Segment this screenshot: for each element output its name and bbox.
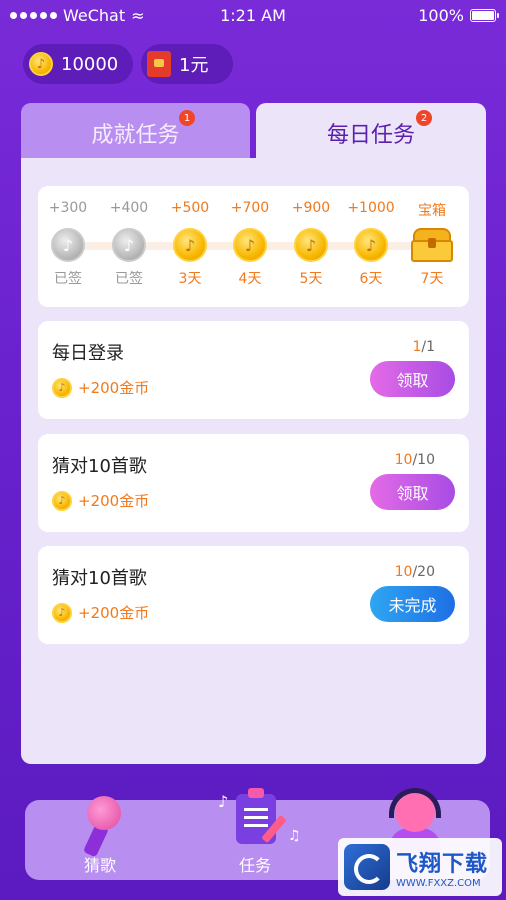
progress-total: /10	[412, 452, 435, 468]
task-title: 每日登录	[52, 343, 124, 364]
checkin-label: 3天	[178, 271, 202, 287]
red-packet-icon	[147, 51, 171, 77]
task-progress: 10/10	[395, 452, 435, 468]
music-coin-icon: ♪	[52, 490, 72, 511]
nav-label: 猜歌	[83, 856, 116, 875]
task-reward: ♪ +200金币	[52, 377, 149, 398]
tab-label: 每日任务	[326, 123, 415, 148]
task-progress: 1/1	[412, 339, 435, 355]
music-coin-icon: ♪	[112, 228, 146, 262]
checkin-day[interactable]: 宝箱 7天	[402, 200, 462, 288]
checkin-label: 4天	[238, 271, 262, 287]
reward-text: +200金币	[78, 604, 150, 622]
status-bar: WeChat ≈ 1:21 AM 100%	[0, 0, 506, 32]
checkin-day[interactable]: +400 ♪ 已签	[99, 200, 159, 288]
music-note-icon: ♪	[218, 792, 229, 811]
cash-amount: 1元	[179, 55, 209, 76]
battery-group: 100%	[418, 6, 499, 25]
tab-badge: 2	[416, 110, 432, 126]
tab-badge: 1	[179, 110, 195, 126]
music-coin-icon: ♪	[52, 377, 72, 398]
checkin-card: +300 ♪ 已签 +400 ♪ 已签 +500 ♪ 3天 +700 ♪ 4天 …	[38, 186, 469, 307]
task-reward: ♪ +200金币	[52, 602, 149, 623]
music-coin-icon: ♪	[29, 52, 53, 76]
watermark-text: 飞翔下载	[396, 851, 489, 877]
checkin-amount: 宝箱	[418, 203, 446, 219]
checkin-label: 6天	[359, 271, 383, 287]
claim-button[interactable]: 领取	[370, 474, 455, 510]
tab-achievement[interactable]: 成就任务 1	[21, 103, 250, 163]
music-coin-icon: ♪	[52, 602, 72, 623]
nav-label: 任务	[238, 856, 271, 875]
checkin-label: 5天	[299, 271, 323, 287]
coin-amount: 10000	[61, 53, 119, 75]
checkin-amount: +300	[48, 200, 88, 216]
music-coin-icon: ♪	[233, 228, 267, 262]
checkin-day[interactable]: +1000 ♪ 6天	[341, 200, 401, 288]
progress-current: 10	[394, 564, 413, 580]
music-coin-icon: ♪	[294, 228, 328, 262]
task-card: 猜对10首歌 ♪ +200金币 10/20 未完成	[38, 546, 469, 644]
music-note-icon: ♫	[288, 828, 301, 844]
checkin-day[interactable]: +300 ♪ 已签	[38, 200, 98, 288]
progress-total: /20	[412, 564, 435, 580]
watermark-url: WWW.FXXZ.COM	[396, 877, 481, 889]
checkin-amount: +400	[109, 200, 149, 216]
task-progress: 10/20	[395, 564, 435, 580]
task-card: 每日登录 ♪ +200金币 1/1 领取	[38, 321, 469, 419]
coin-balance[interactable]: ♪ 10000	[23, 44, 133, 84]
nav-guess-song[interactable]: 猜歌	[45, 784, 155, 880]
checkin-amount: +900	[291, 200, 331, 216]
music-coin-icon: ♪	[354, 228, 388, 262]
tab-label: 成就任务	[91, 123, 180, 148]
checkin-day[interactable]: +500 ♪ 3天	[160, 200, 220, 288]
reward-text: +200金币	[78, 379, 150, 397]
checkin-amount: +700	[230, 200, 270, 216]
task-reward: ♪ +200金币	[52, 490, 149, 511]
battery-icon	[470, 9, 499, 22]
clipboard-clip	[248, 788, 264, 798]
checkin-amount: +500	[170, 200, 210, 216]
claim-button[interactable]: 领取	[370, 361, 455, 397]
progress-current: 10	[394, 452, 413, 468]
checkin-amount: +1000	[347, 200, 395, 216]
tab-daily[interactable]: 每日任务 2	[256, 103, 486, 163]
music-coin-icon: ♪	[173, 228, 207, 262]
checkin-label: 已签	[54, 271, 82, 287]
checkin-label: 7天	[420, 271, 444, 287]
watermark-logo-icon	[344, 844, 390, 890]
treasure-chest-icon	[411, 228, 453, 262]
progress-total: /1	[421, 339, 435, 355]
task-title: 猜对10首歌	[52, 456, 147, 477]
watermark: 飞翔下载 WWW.FXXZ.COM	[338, 838, 502, 896]
checkin-label: 已签	[115, 271, 143, 287]
music-coin-icon: ♪	[51, 228, 85, 262]
incomplete-button[interactable]: 未完成	[370, 586, 455, 622]
microphone-head	[87, 796, 121, 830]
task-card: 猜对10首歌 ♪ +200金币 10/10 领取	[38, 434, 469, 532]
cash-balance[interactable]: 1元	[141, 44, 233, 84]
checkin-day[interactable]: +900 ♪ 5天	[281, 200, 341, 288]
checkin-day[interactable]: +700 ♪ 4天	[220, 200, 280, 288]
battery-percent: 100%	[418, 6, 464, 25]
task-title: 猜对10首歌	[52, 568, 147, 589]
reward-text: +200金币	[78, 492, 150, 510]
headphones-icon	[389, 788, 441, 818]
nav-tasks[interactable]: ♪ ♫ 任务	[200, 784, 310, 880]
